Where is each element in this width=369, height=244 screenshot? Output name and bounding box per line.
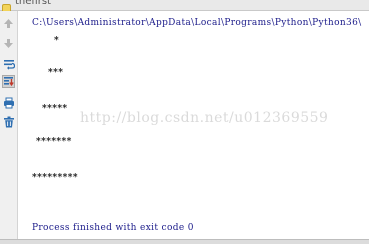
watermark: http://blog.csdn.net/u012369559 bbox=[80, 110, 329, 126]
output-line: ******* bbox=[36, 137, 72, 147]
output-line: * bbox=[54, 36, 60, 46]
interpreter-path: C:\Users\Administrator\AppData\Local\Pro… bbox=[32, 18, 362, 28]
soft-wrap-icon[interactable] bbox=[2, 57, 15, 70]
print-icon[interactable] bbox=[2, 96, 15, 109]
scroll-to-end-icon[interactable] bbox=[2, 75, 15, 88]
exit-status-message: Process finished with exit code 0 bbox=[32, 223, 194, 233]
up-arrow-icon[interactable] bbox=[2, 17, 15, 30]
output-line: ***** bbox=[42, 104, 68, 114]
run-tab-bar: thefirst bbox=[0, 0, 369, 13]
output-line: *** bbox=[48, 68, 64, 78]
console-toolbar bbox=[0, 11, 18, 239]
run-tab-label[interactable]: thefirst bbox=[15, 0, 51, 8]
down-arrow-icon[interactable] bbox=[2, 37, 15, 50]
trash-icon[interactable] bbox=[2, 115, 15, 128]
bottom-scroll-edge bbox=[0, 239, 369, 244]
python-file-icon bbox=[2, 0, 11, 13]
output-line: ********* bbox=[32, 173, 78, 183]
